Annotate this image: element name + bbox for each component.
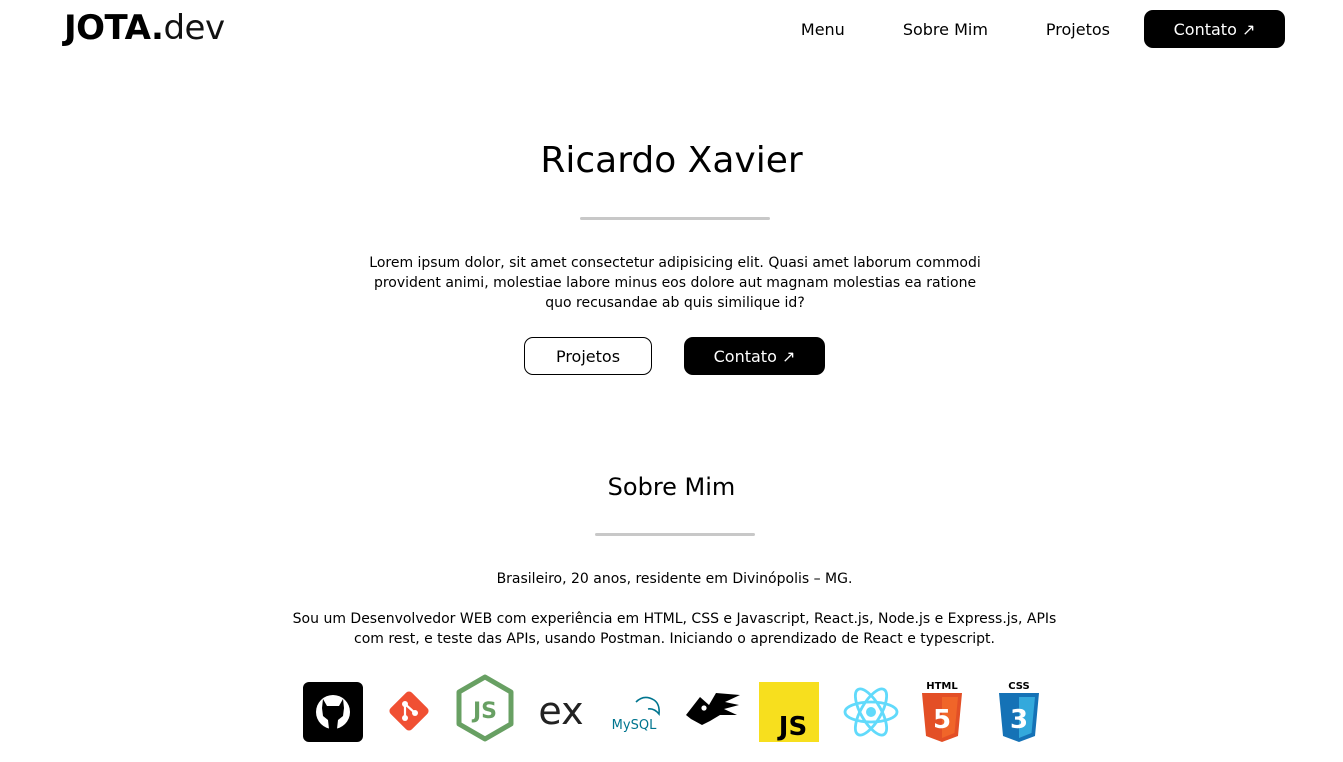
- svg-text:HTML: HTML: [926, 681, 958, 692]
- svg-text:MySQL: MySQL: [612, 718, 657, 733]
- about-skills: Sou um Desenvolvedor WEB com experiência…: [292, 611, 1057, 647]
- nav-contato-button[interactable]: Contato ↗: [1144, 10, 1285, 48]
- javascript-icon: JS: [759, 682, 819, 742]
- tech-stack: JS ex MySQL JS HTML 5 CSS 3: [300, 672, 1045, 744]
- nav-menu[interactable]: Menu: [801, 20, 845, 39]
- nodejs-icon: JS: [454, 674, 516, 742]
- contato-button[interactable]: Contato ↗: [684, 337, 825, 375]
- about-title: Sobre Mim: [607, 473, 736, 501]
- react-icon: [841, 682, 901, 742]
- nav-projetos[interactable]: Projetos: [1046, 20, 1110, 39]
- html5-icon: HTML 5: [916, 678, 968, 744]
- express-icon: ex: [530, 688, 592, 732]
- logo-bold-text: JOTA.: [64, 8, 164, 48]
- postman-icon: [682, 688, 742, 728]
- hero-divider: [580, 217, 770, 220]
- svg-text:3: 3: [1010, 705, 1028, 735]
- nav-sobre-mim[interactable]: Sobre Mim: [903, 20, 988, 39]
- site-header: JOTA.dev Menu Sobre Mim Projetos Contato…: [0, 0, 1343, 58]
- github-icon: [303, 682, 363, 742]
- svg-text:ex: ex: [538, 689, 583, 732]
- projetos-button[interactable]: Projetos: [524, 337, 652, 375]
- svg-text:CSS: CSS: [1008, 681, 1029, 692]
- css3-icon: CSS 3: [993, 678, 1045, 744]
- hero-description: Lorem ipsum dolor, sit amet consectetur …: [369, 255, 981, 311]
- main-nav: Menu Sobre Mim Projetos Contato ↗: [801, 10, 1285, 48]
- git-icon: [384, 686, 434, 736]
- logo-light-text: dev: [163, 8, 225, 48]
- svg-text:JS: JS: [471, 699, 497, 724]
- about-divider: [595, 533, 755, 536]
- site-logo[interactable]: JOTA.dev: [64, 6, 225, 50]
- hero-name: Ricardo Xavier: [540, 140, 803, 181]
- hero-buttons: Projetos Contato ↗: [524, 337, 825, 375]
- mysql-icon: MySQL: [604, 690, 666, 734]
- svg-text:JS: JS: [777, 712, 807, 742]
- svg-text:5: 5: [933, 705, 951, 735]
- about-origin: Brasileiro, 20 anos, residente em Divinó…: [496, 571, 853, 587]
